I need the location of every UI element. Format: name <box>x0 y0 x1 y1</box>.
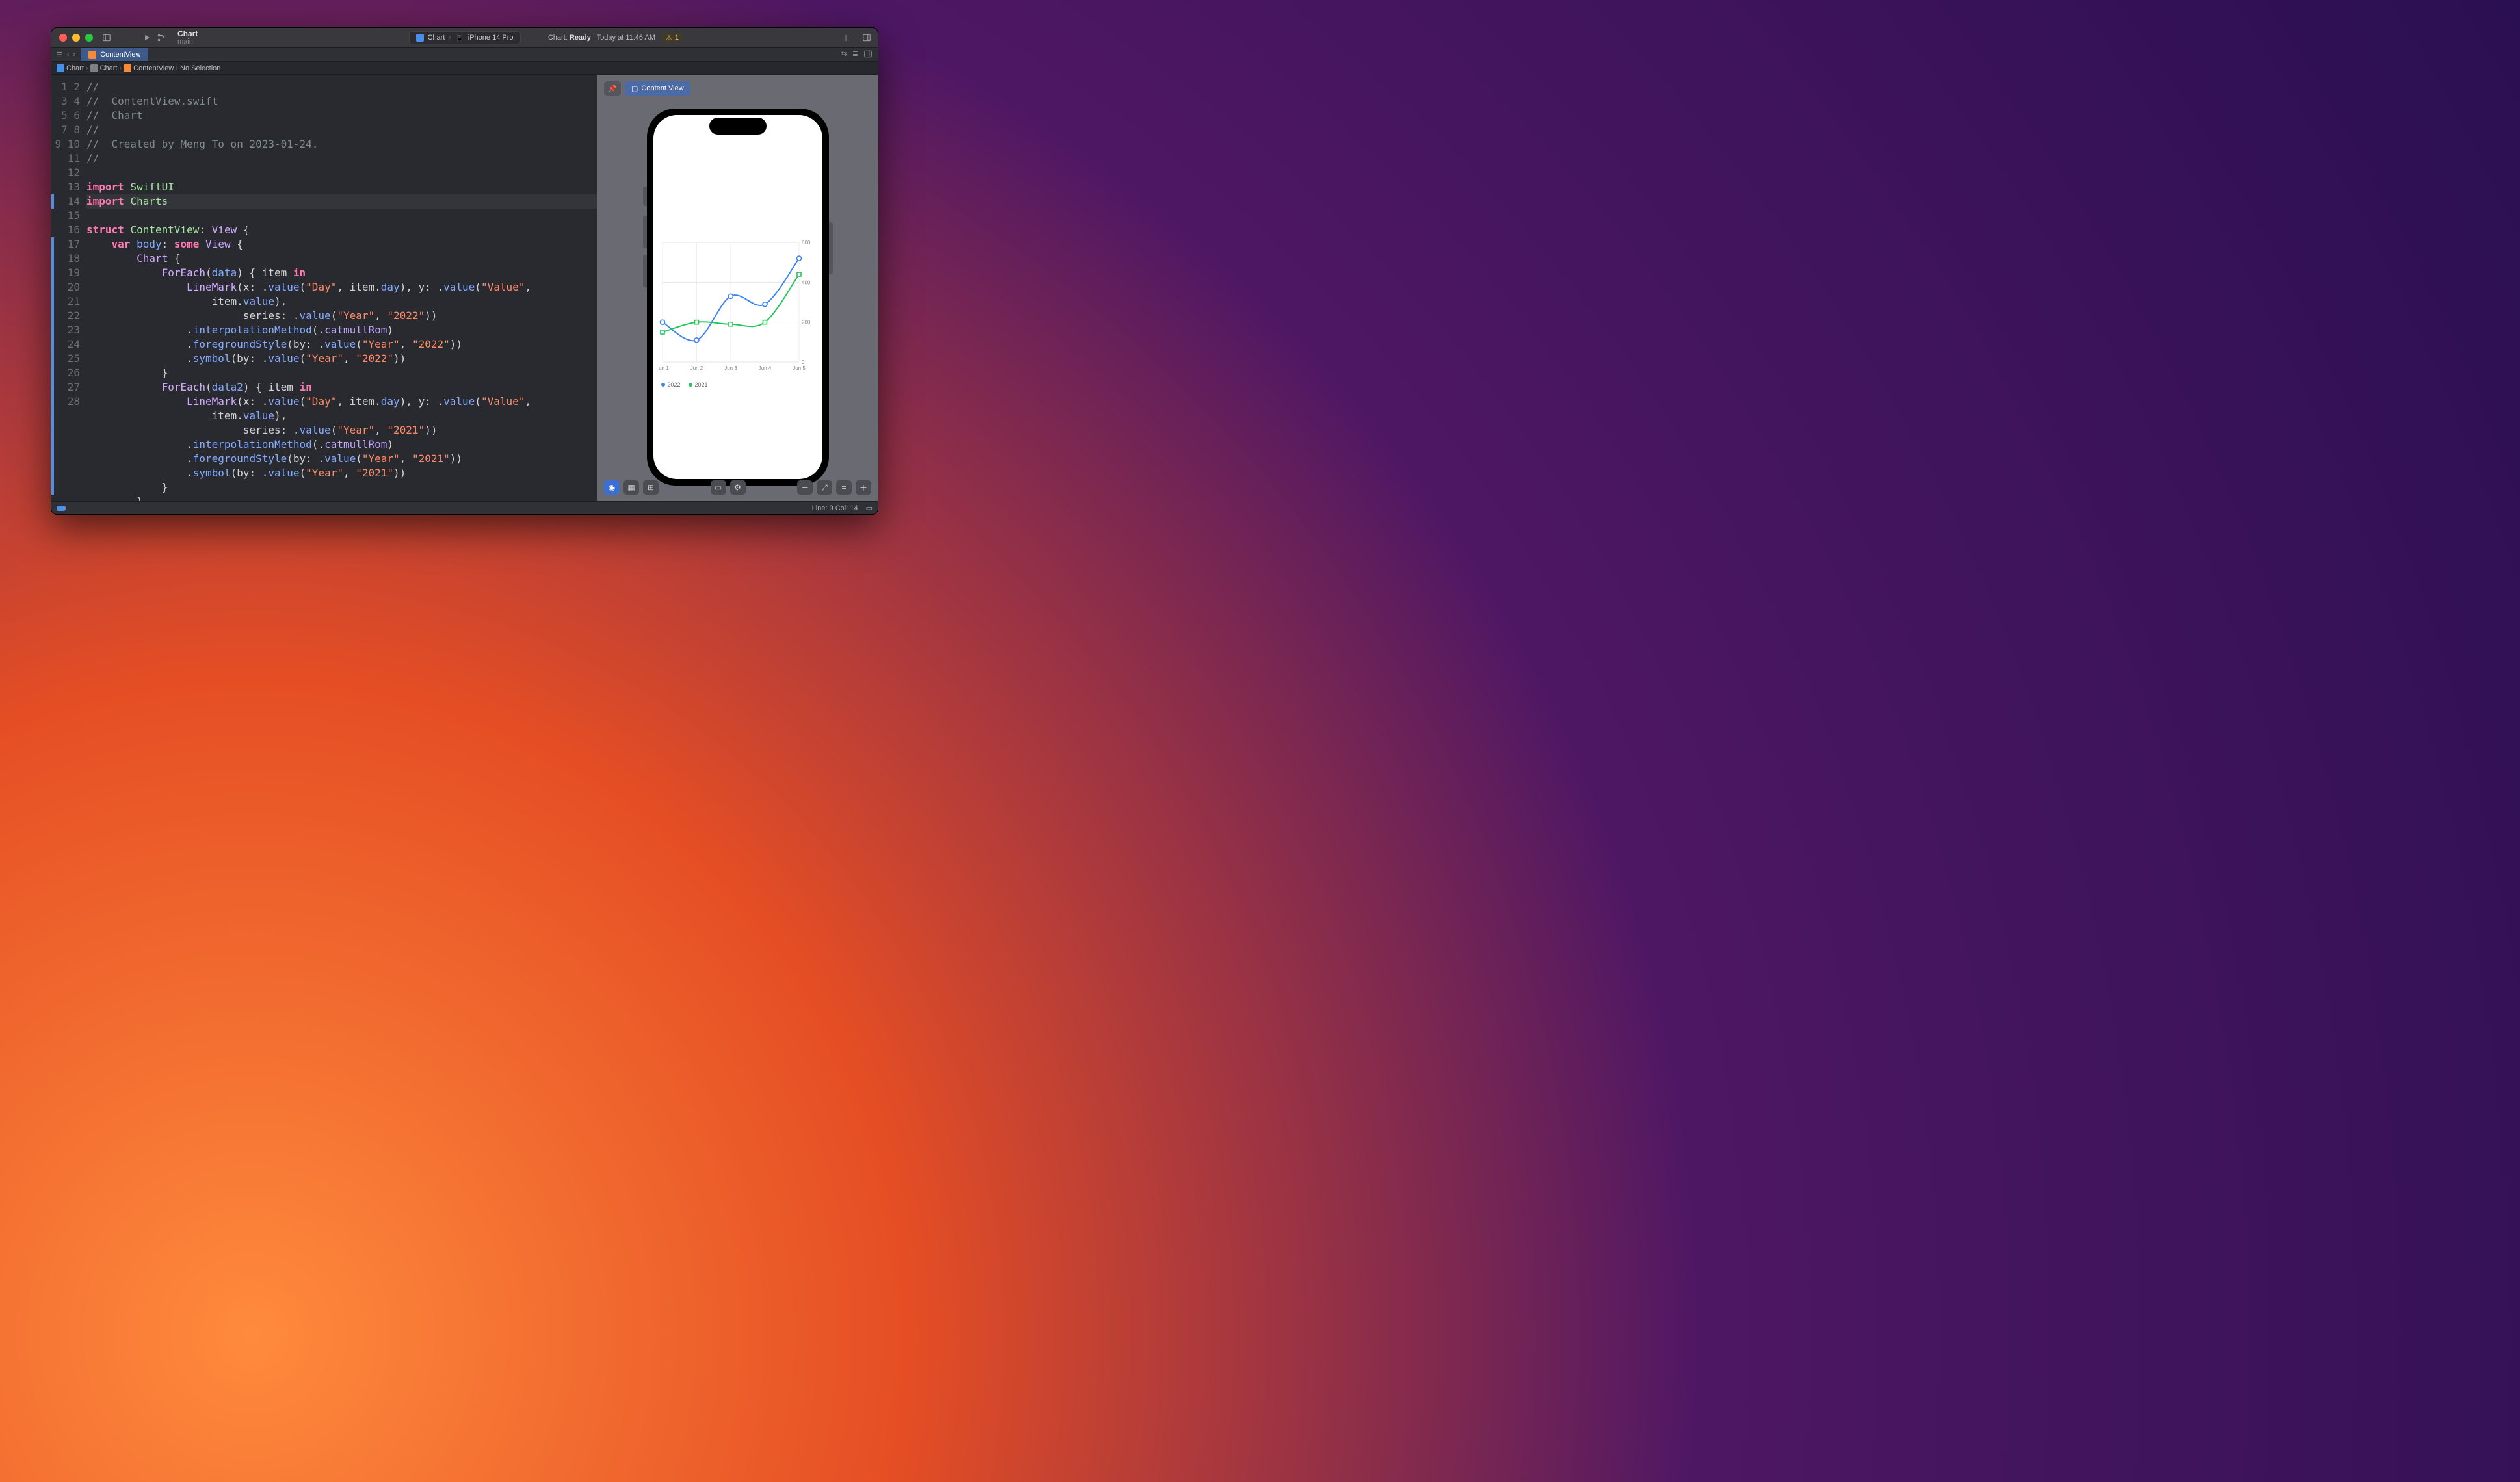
plus-icon: ＋ <box>842 32 850 44</box>
scheme-branch-icon[interactable] <box>154 31 168 45</box>
toggle-inspectors-button[interactable] <box>863 49 873 60</box>
project-icon <box>57 64 64 72</box>
chevron-right-icon: › <box>86 64 88 72</box>
legend-label-2021: 2021 <box>695 382 708 388</box>
zoom-fit-button[interactable]: ⤢ <box>817 480 832 495</box>
main-split: 1 2 3 4 5 6 7 8 9 10 11 12 13 14 15 16 1… <box>51 75 878 501</box>
run-button[interactable] <box>140 31 154 45</box>
status-time: Today at 11:46 AM <box>597 34 655 42</box>
forward-button[interactable]: › <box>73 51 76 59</box>
adjust-editor-options-button[interactable]: ≣ <box>852 49 858 60</box>
library-button[interactable] <box>860 31 874 45</box>
run-destination-pill[interactable]: Chart › 📱 iPhone 14 Pro <box>409 31 521 44</box>
build-status: Chart: Ready | Today at 11:46 AM <box>548 34 655 42</box>
swift-file-icon <box>88 51 96 58</box>
back-button[interactable]: ‹ <box>67 51 70 59</box>
device-screen[interactable]: 0 200 400 600 Jun 1 Jun 2 Jun 3 Jun 4 Jun 5 2022… <box>653 115 822 479</box>
device-frame-iphone: 0 200 400 600 Jun 1 Jun 2 Jun 3 Jun 4 Jun 5 2022… <box>647 109 829 486</box>
phone-icon: 📱 <box>455 34 464 42</box>
warning-icon: ⚠ <box>666 34 672 42</box>
scheme-selector[interactable]: Chart main <box>177 30 198 46</box>
refresh-preview-button[interactable]: ⇆ <box>841 49 847 60</box>
chevron-right-icon: › <box>449 34 451 42</box>
chart-preview: 0 200 400 600 Jun 1 Jun 2 Jun 3 Jun 4 Jun 5 <box>659 239 817 382</box>
svg-text:200: 200 <box>802 320 811 326</box>
device-scheme: Chart <box>428 34 445 42</box>
svg-text:600: 600 <box>802 240 811 246</box>
line-number-gutter: 1 2 3 4 5 6 7 8 9 10 11 12 13 14 15 16 1… <box>51 75 86 501</box>
warnings-button[interactable]: ⚠ 1 <box>662 33 683 43</box>
legend-dot-2022 <box>661 383 665 387</box>
legend-label-2022: 2022 <box>668 382 681 388</box>
device-side-button <box>829 222 833 274</box>
source-change-bar <box>51 194 54 209</box>
device-mute-switch <box>643 187 647 206</box>
variants-button[interactable]: ⊞ <box>643 480 659 495</box>
status-state: Ready <box>570 34 591 42</box>
jump-seg-selection[interactable]: No Selection <box>180 64 220 72</box>
app-icon <box>416 34 424 42</box>
device-volume-down <box>643 255 647 287</box>
pin-preview-button[interactable]: 📌 <box>604 81 621 96</box>
dynamic-island <box>709 118 767 135</box>
minimap-indicator[interactable] <box>57 506 66 511</box>
code-content[interactable]: // // ContentView.swift // Chart // // C… <box>86 75 597 501</box>
svg-text:0: 0 <box>802 359 805 365</box>
zoom-window-button[interactable] <box>85 34 93 42</box>
device-settings-button[interactable]: ▭ <box>711 480 726 495</box>
jump-seg-file[interactable]: ContentView <box>133 64 174 72</box>
preview-label: Content View <box>641 84 683 92</box>
chart-legend: 2022 2021 <box>661 382 708 388</box>
code-editor[interactable]: 1 2 3 4 5 6 7 8 9 10 11 12 13 14 15 16 1… <box>51 75 597 501</box>
tab-bar: ☰ ‹ › ContentView ⇆ ≣ <box>51 47 878 62</box>
zoom-actual-button[interactable]: = <box>836 480 852 495</box>
live-preview-button[interactable]: ◉ <box>604 480 620 495</box>
scheme-name: Chart <box>177 30 198 38</box>
svg-text:Jun 2: Jun 2 <box>690 365 703 371</box>
device-name: iPhone 14 Pro <box>468 34 514 42</box>
svg-text:Jun 4: Jun 4 <box>758 365 771 371</box>
jump-seg-project[interactable]: Chart <box>66 64 84 72</box>
xcode-window: Chart main Chart › 📱 iPhone 14 Pro Chart… <box>51 27 878 515</box>
view-icon: ▢ <box>631 84 638 93</box>
svg-text:Jun 3: Jun 3 <box>724 365 737 371</box>
tab-contentview[interactable]: ContentView <box>81 48 148 61</box>
close-window-button[interactable] <box>59 34 67 42</box>
cursor-position: Line: 9 Col: 14 <box>812 504 858 512</box>
chevron-right-icon: › <box>176 64 178 72</box>
chevron-right-icon: › <box>119 64 122 72</box>
zoom-out-button[interactable]: － <box>797 480 813 495</box>
folder-icon <box>90 64 98 72</box>
minimize-window-button[interactable] <box>72 34 80 42</box>
status-bar: Line: 9 Col: 14 ▭ <box>51 501 878 514</box>
tab-label: ContentView <box>100 51 140 58</box>
canvas-toolbar: ◉ ▦ ⊞ ▭ ⚙ － ⤢ = ＋ <box>604 480 871 495</box>
svg-text:Jun 5: Jun 5 <box>793 365 806 371</box>
svg-text:Jun 1: Jun 1 <box>659 365 669 371</box>
preview-settings-button[interactable]: ⚙ <box>730 480 746 495</box>
swift-file-icon <box>124 64 131 72</box>
toggle-debug-area-button[interactable]: ▭ <box>866 504 873 512</box>
add-button[interactable]: ＋ <box>839 31 853 45</box>
status-prefix: Chart: <box>548 34 570 42</box>
toggle-navigator-button[interactable] <box>99 31 114 45</box>
related-items-button[interactable]: ☰ <box>57 51 63 59</box>
preview-selector-pill[interactable]: ▢ Content View <box>625 81 690 96</box>
traffic-lights <box>59 34 93 42</box>
preview-canvas: 📌 ▢ Content View 0 200 400 600 Jun 1 Jun 2 Jun… <box>597 75 878 501</box>
legend-dot-2021 <box>689 383 692 387</box>
warning-count: 1 <box>675 34 679 42</box>
branch-name: main <box>177 38 198 46</box>
pin-icon: 📌 <box>608 84 617 93</box>
jump-bar[interactable]: Chart › Chart › ContentView › No Selecti… <box>51 62 878 75</box>
jump-seg-folder[interactable]: Chart <box>100 64 118 72</box>
selectable-preview-button[interactable]: ▦ <box>623 480 639 495</box>
source-change-bar <box>51 237 54 495</box>
svg-text:400: 400 <box>802 280 811 285</box>
device-volume-up <box>643 216 647 248</box>
status-sep: | <box>591 34 597 42</box>
zoom-in-button[interactable]: ＋ <box>856 480 871 495</box>
titlebar: Chart main Chart › 📱 iPhone 14 Pro Chart… <box>51 28 878 47</box>
